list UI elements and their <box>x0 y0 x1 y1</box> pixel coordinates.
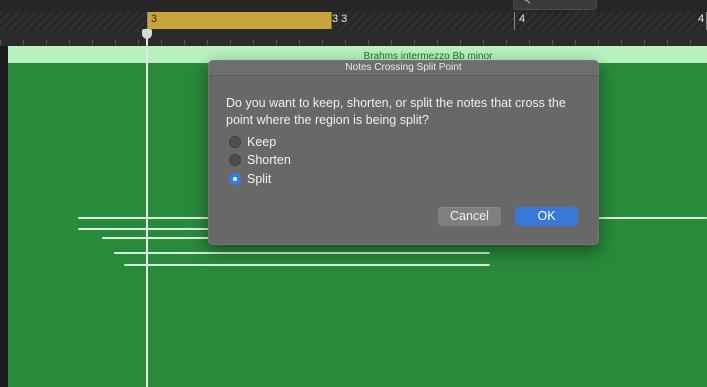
midi-note[interactable] <box>78 217 210 219</box>
playhead-handle[interactable] <box>142 29 152 39</box>
tool-picker[interactable]: ↖ <box>513 0 597 10</box>
ok-button[interactable]: OK <box>515 207 578 226</box>
dialog-title: Notes Crossing Split Point <box>345 62 462 73</box>
dialog-titlebar[interactable]: Notes Crossing Split Point <box>209 61 598 76</box>
top-toolbar <box>0 0 707 12</box>
cycle-region[interactable] <box>147 12 332 29</box>
shorten-label[interactable]: Shorten <box>247 153 291 167</box>
dialog-message: Do you want to keep, shorten, or split t… <box>226 96 566 127</box>
playhead-line[interactable] <box>146 35 148 387</box>
pointer-tool-icon: ↖ <box>524 0 532 6</box>
keep-label[interactable]: Keep <box>247 135 276 149</box>
bar-tick <box>147 12 148 30</box>
shorten-radio[interactable] <box>229 154 241 166</box>
beat-ticks <box>0 40 707 45</box>
bar-ruler[interactable] <box>0 12 707 30</box>
split-notes-dialog: Notes Crossing Split Point Do you want t… <box>208 60 599 245</box>
keep-radio[interactable] <box>229 136 241 148</box>
midi-note[interactable] <box>597 217 707 219</box>
bar-label: 3 3 <box>332 13 348 25</box>
midi-note[interactable] <box>114 252 490 254</box>
bar-label: 3 <box>151 13 158 25</box>
bar-label: 4 <box>698 13 705 25</box>
midi-note[interactable] <box>78 228 210 230</box>
split-radio[interactable] <box>229 173 241 185</box>
track-gutter <box>0 46 8 387</box>
midi-note[interactable] <box>124 264 490 266</box>
split-label[interactable]: Split <box>247 172 271 186</box>
cancel-button[interactable]: Cancel <box>438 207 501 226</box>
midi-note[interactable] <box>102 237 210 239</box>
bar-tick <box>514 12 515 30</box>
bar-label: 4 <box>519 13 526 25</box>
